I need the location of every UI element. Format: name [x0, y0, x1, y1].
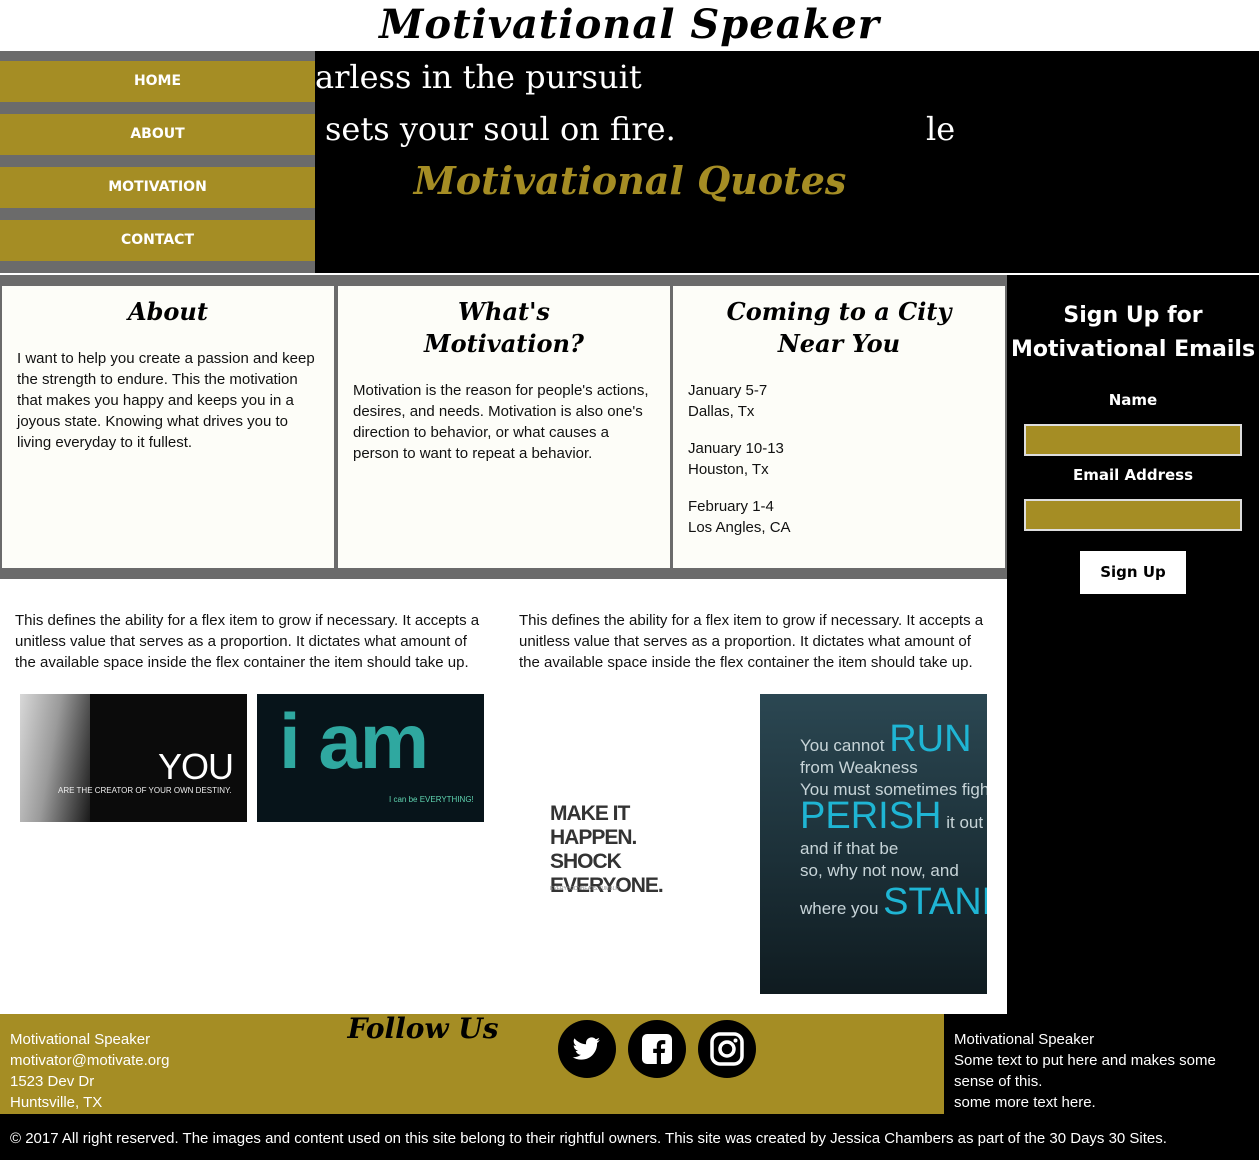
run-line: from Weakness [800, 758, 918, 777]
events-list: January 5-7 Dallas, Tx January 10-13 Hou… [688, 380, 991, 538]
motivation-card: What's Motivation? Motivation is the rea… [338, 286, 670, 568]
twitter-icon[interactable] [558, 1020, 616, 1078]
about-card-title: About [128, 297, 208, 326]
event-date: January 10-13 [688, 440, 784, 457]
signup-title-line-1: Sign Up for [1063, 303, 1203, 328]
events-title-line-2: Near You [777, 329, 901, 358]
nav-item-home[interactable]: HOME [0, 61, 315, 102]
you-image-big-text: YOU [158, 746, 234, 787]
footer-street: 1523 Dev Dr [10, 1073, 95, 1090]
motivation-card-body: Motivation is the reason for people's ac… [353, 382, 649, 462]
main-nav: HOME ABOUT MOTIVATION CONTACT [0, 51, 315, 273]
about-card: About I want to help you create a passio… [2, 286, 334, 568]
make-image-credit: EVERYBODYBEATS.TUMBLR [550, 886, 619, 892]
run-perish-stand-image: You cannot RUN from Weakness You must so… [760, 694, 987, 994]
make-line: SHOCK [550, 850, 622, 873]
hero-quote-line-1: arless in the pursuit [315, 58, 642, 96]
run-line-text: where you [800, 899, 879, 918]
motivation-title-line-2: Motivation? [424, 329, 584, 358]
events-card-title: Coming to a City Near You [673, 296, 1005, 360]
events-card: Coming to a City Near You January 5-7 Da… [673, 286, 1005, 568]
hero-quote-fragment: le [926, 110, 956, 148]
you-image-caption: ARE THE CREATOR OF YOUR OWN DESTINY. [58, 786, 232, 795]
event-item: February 1-4 Los Angles, CA [688, 496, 991, 538]
content-text-right: This defines the ability for a flex item… [519, 612, 984, 671]
content-text-left: This defines the ability for a flex item… [15, 612, 480, 671]
nav-item-contact[interactable]: CONTACT [0, 220, 315, 261]
motivation-title-line-1: What's [458, 297, 550, 326]
footer-about-text: Motivational Speaker Some text to put he… [954, 1029, 1244, 1113]
motivation-card-title: What's Motivation? [338, 296, 670, 360]
nav-item-motivation[interactable]: MOTIVATION [0, 167, 315, 208]
events-title-line-1: Coming to a City [726, 297, 952, 326]
hero-quote-line-2: sets your soul on fire. [325, 110, 676, 148]
site-title: Motivational Speaker [379, 1, 880, 48]
signup-button[interactable]: Sign Up [1080, 551, 1186, 594]
run-line: and if that be [800, 839, 899, 858]
event-item: January 10-13 Houston, Tx [688, 438, 991, 480]
i-am-image-big-text: i am [279, 697, 429, 785]
motivational-quotes-heading: Motivational Quotes [413, 158, 847, 203]
run-line: so, why not now, and [800, 861, 959, 880]
footer-about-title: Motivational Speaker [954, 1031, 1095, 1048]
email-label: Email Address [1072, 466, 1193, 484]
run-line: PERISH it out or [800, 797, 987, 838]
facebook-icon[interactable] [628, 1020, 686, 1078]
footer-about-line: Some text to put here and makes some sen… [954, 1052, 1216, 1090]
copyright-text: © 2017 All right reserved. The images an… [10, 1130, 1167, 1147]
run-accent: RUN [889, 718, 972, 760]
footer-city: Huntsville, TX [10, 1094, 103, 1111]
event-city: Dallas, Tx [688, 403, 755, 420]
signup-title: Sign Up for Motivational Emails [1007, 299, 1259, 367]
run-line: You cannot RUN [800, 720, 980, 758]
copyright-bar: © 2017 All right reserved. The images an… [0, 1114, 1259, 1160]
make-it-happen-text: MAKE IT HAPPEN. SHOCK EVERYONE. [550, 802, 664, 894]
make-it-happen-image: MAKE IT HAPPEN. SHOCK EVERYONE. EVERYBOD… [548, 802, 678, 894]
i-am-image: i am I can be EVERYTHING! [257, 694, 484, 822]
name-input[interactable] [1024, 424, 1242, 456]
name-label: Name [1108, 391, 1158, 409]
run-line-text: You cannot [800, 736, 885, 755]
footer-contact: Motivational Speaker motivator@motivate.… [10, 1029, 169, 1113]
follow-us-heading: Follow Us [347, 1012, 499, 1045]
event-city: Houston, Tx [688, 461, 769, 478]
hand-graphic [20, 694, 90, 822]
i-am-image-caption: I can be EVERYTHING! [389, 795, 474, 804]
run-quote-text: You cannot RUN from Weakness You must so… [800, 720, 987, 929]
event-date: February 1-4 [688, 498, 774, 515]
event-date: January 5-7 [688, 382, 768, 399]
about-card-body: I want to help you create a passion and … [17, 350, 315, 451]
email-input[interactable] [1024, 499, 1242, 531]
event-city: Los Angles, CA [688, 519, 791, 536]
footer-about-line: some more text here. [954, 1094, 1096, 1111]
run-line-text: it out or [946, 813, 987, 832]
make-line: HAPPEN. [550, 826, 637, 849]
nav-item-about[interactable]: ABOUT [0, 114, 315, 155]
run-line: where you STAND [800, 882, 987, 929]
footer-about: Motivational Speaker Some text to put he… [944, 1014, 1259, 1114]
event-item: January 5-7 Dallas, Tx [688, 380, 991, 422]
stand-accent: STAND [883, 881, 987, 923]
footer-email[interactable]: motivator@motivate.org [10, 1050, 169, 1071]
you-creator-image: YOU ARE THE CREATOR OF YOUR OWN DESTINY. [20, 694, 247, 822]
perish-accent: PERISH [800, 795, 942, 837]
make-line: MAKE IT [550, 802, 630, 825]
instagram-icon[interactable] [698, 1020, 756, 1078]
footer-company: Motivational Speaker [10, 1031, 151, 1048]
signup-title-line-2: Motivational Emails [1010, 337, 1256, 362]
signup-panel: Sign Up for Motivational Emails Name Ema… [1007, 275, 1259, 1014]
